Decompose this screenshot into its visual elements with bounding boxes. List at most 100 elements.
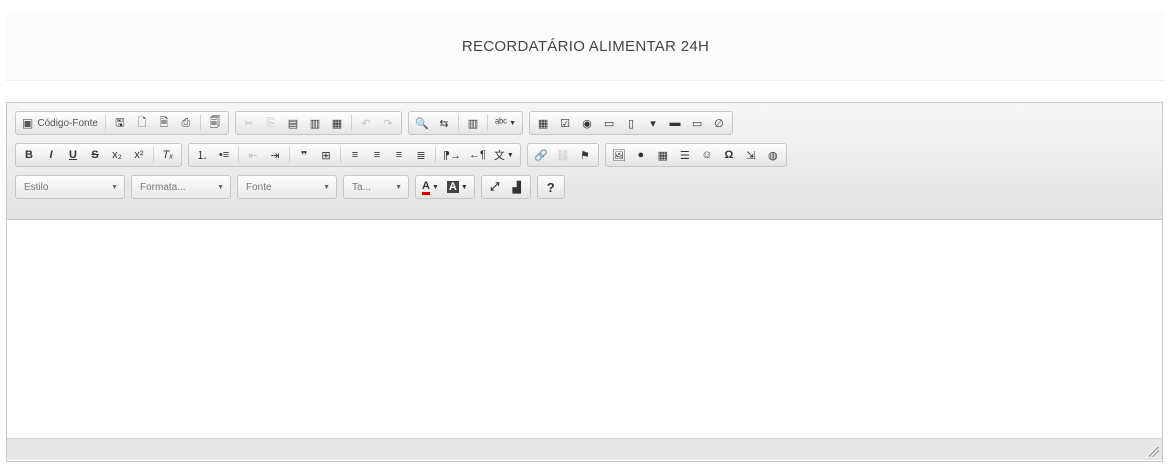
checkbox-button[interactable]: ☑ — [555, 113, 575, 133]
save-button[interactable]: 🖫 — [110, 113, 130, 133]
select-field-button[interactable]: ▾ — [643, 113, 663, 133]
text-direction-rtl-button[interactable]: ←¶ — [466, 145, 489, 165]
show-blocks-button[interactable]: ▟ — [507, 177, 527, 197]
cut-button[interactable]: ✂ — [239, 113, 259, 133]
format-dropdown-label: Formata... — [140, 181, 186, 193]
editor-content-area[interactable] — [7, 220, 1162, 438]
unlink-button[interactable]: ⛓ — [553, 145, 573, 165]
help-button[interactable]: ? — [541, 177, 561, 197]
flash-button[interactable]: ● — [631, 145, 651, 165]
style-dropdown[interactable]: Estilo ▼ — [15, 175, 125, 199]
table-button[interactable]: ▦ — [653, 145, 673, 165]
page-title: RECORDATÁRIO ALIMENTAR 24H — [461, 37, 710, 55]
smiley-button[interactable]: ☺ — [697, 145, 717, 165]
form-button[interactable]: ▦ — [533, 113, 553, 133]
outdent-icon: ⇤ — [248, 149, 258, 162]
form-button-button[interactable]: ▬ — [665, 113, 685, 133]
hidden-field-button[interactable]: ∅ — [709, 113, 729, 133]
bulleted-list-button[interactable]: •≡ — [214, 145, 234, 165]
select-all-button[interactable]: ▥ — [463, 113, 483, 133]
spellcheck-button[interactable]: ᵃᵇᶜ ▼ — [492, 113, 519, 133]
page-break-button[interactable]: ⇲ — [741, 145, 761, 165]
radio-button[interactable]: ◉ — [577, 113, 597, 133]
underline-button[interactable]: U — [63, 145, 83, 165]
textarea-button[interactable]: ▯ — [621, 113, 641, 133]
special-char-button[interactable]: Ω — [719, 145, 739, 165]
font-dropdown[interactable]: Fonte ▼ — [237, 175, 337, 199]
find-button[interactable]: 🔍 — [412, 113, 432, 133]
rtl-icon: ←¶ — [469, 149, 486, 161]
image-button[interactable]: 🖼 — [609, 145, 629, 165]
insert-group: 🖼 ● ▦ ☰ ☺ Ω ⇲ ◍ — [604, 143, 787, 167]
align-left-icon: ≡ — [351, 149, 359, 161]
language-button[interactable]: 文 ▼ — [491, 145, 517, 165]
anchor-button[interactable]: ⚑ — [575, 145, 595, 165]
resize-handle-icon[interactable] — [1149, 447, 1159, 457]
print-button[interactable]: ⎙ — [176, 113, 196, 133]
paste-from-word-button[interactable]: ▦ — [327, 113, 347, 133]
iframe-button[interactable]: ◍ — [763, 145, 783, 165]
bold-icon: B — [25, 149, 33, 161]
justify-button[interactable]: ≣ — [411, 145, 431, 165]
select-all-icon: ▥ — [467, 117, 479, 130]
image-button-button[interactable]: ▭ — [687, 113, 707, 133]
help-icon: ? — [546, 179, 555, 195]
font-dropdown-label: Fonte — [246, 181, 272, 193]
align-right-button[interactable]: ≡ — [389, 145, 409, 165]
horizontal-rule-button[interactable]: ☰ — [675, 145, 695, 165]
rich-text-editor: ▣ Código-Fonte 🖫 🗋 🗎 ⎙ 🗐 ✂ ⎘ ▤ ▥ ▦ ↶ ↷ 🔍… — [6, 102, 1163, 462]
text-field-button[interactable]: ▭ — [599, 113, 619, 133]
format-dropdown[interactable]: Formata... ▼ — [131, 175, 231, 199]
undo-button[interactable]: ↶ — [356, 113, 376, 133]
chevron-down-icon: ▼ — [395, 183, 402, 191]
toolbar-row-3: Estilo ▼ Formata... ▼ Fonte ▼ Ta... ▼ A … — [15, 171, 1162, 203]
templates-icon: 🗐 — [209, 116, 221, 129]
underline-icon: U — [69, 149, 77, 161]
div-container-button[interactable]: ⊞ — [316, 145, 336, 165]
link-button[interactable]: 🔗 — [531, 145, 551, 165]
separator — [238, 147, 239, 163]
remove-format-button[interactable]: Tₓ — [158, 145, 178, 165]
page-break-icon: ⇲ — [746, 149, 756, 162]
redo-button[interactable]: ↷ — [378, 113, 398, 133]
superscript-button[interactable]: x² — [129, 145, 149, 165]
source-code-button[interactable]: ▣ Código-Fonte — [19, 113, 101, 133]
copy-button[interactable]: ⎘ — [261, 113, 281, 133]
text-color-button[interactable]: A ▼ — [419, 177, 442, 197]
align-center-button[interactable]: ≡ — [367, 145, 387, 165]
new-page-button[interactable]: 🗋 — [132, 113, 152, 133]
blockquote-button[interactable]: ❞ — [294, 145, 314, 165]
text-direction-ltr-button[interactable]: ⁋→ — [440, 145, 464, 165]
justify-icon: ≣ — [416, 149, 426, 162]
paste-text-button[interactable]: ▥ — [305, 113, 325, 133]
textarea-icon: ▯ — [627, 117, 635, 130]
table-icon: ▦ — [657, 149, 669, 162]
subscript-button[interactable]: x₂ — [107, 145, 127, 165]
paste-button[interactable]: ▤ — [283, 113, 303, 133]
font-size-dropdown[interactable]: Ta... ▼ — [343, 175, 409, 199]
align-center-icon: ≡ — [373, 149, 381, 161]
blockquote-icon: ❞ — [300, 149, 308, 162]
preview-button[interactable]: 🗎 — [154, 113, 174, 133]
checkbox-icon: ☑ — [560, 117, 570, 130]
language-icon: 文 — [493, 150, 505, 162]
remove-format-icon: Tₓ — [162, 149, 174, 161]
maximize-button[interactable]: ⤢ — [485, 177, 505, 197]
replace-icon: ⇆ — [439, 117, 449, 130]
bold-button[interactable]: B — [19, 145, 39, 165]
strike-button[interactable]: S — [85, 145, 105, 165]
tools-group: ⤢ ▟ — [480, 175, 531, 199]
outdent-button[interactable]: ⇤ — [243, 145, 263, 165]
separator — [199, 115, 201, 131]
div-icon: ⊞ — [321, 149, 331, 162]
templates-button[interactable]: 🗐 — [205, 113, 225, 133]
undo-icon: ↶ — [361, 117, 371, 130]
italic-button[interactable]: I — [41, 145, 61, 165]
align-left-button[interactable]: ≡ — [345, 145, 365, 165]
numbered-list-button[interactable]: ⒈ — [192, 145, 212, 165]
chevron-down-icon: ▼ — [506, 151, 514, 159]
indent-button[interactable]: ⇥ — [265, 145, 285, 165]
replace-button[interactable]: ⇆ — [434, 113, 454, 133]
paste-text-icon: ▥ — [309, 117, 321, 130]
background-color-button[interactable]: A ▼ — [444, 177, 471, 197]
